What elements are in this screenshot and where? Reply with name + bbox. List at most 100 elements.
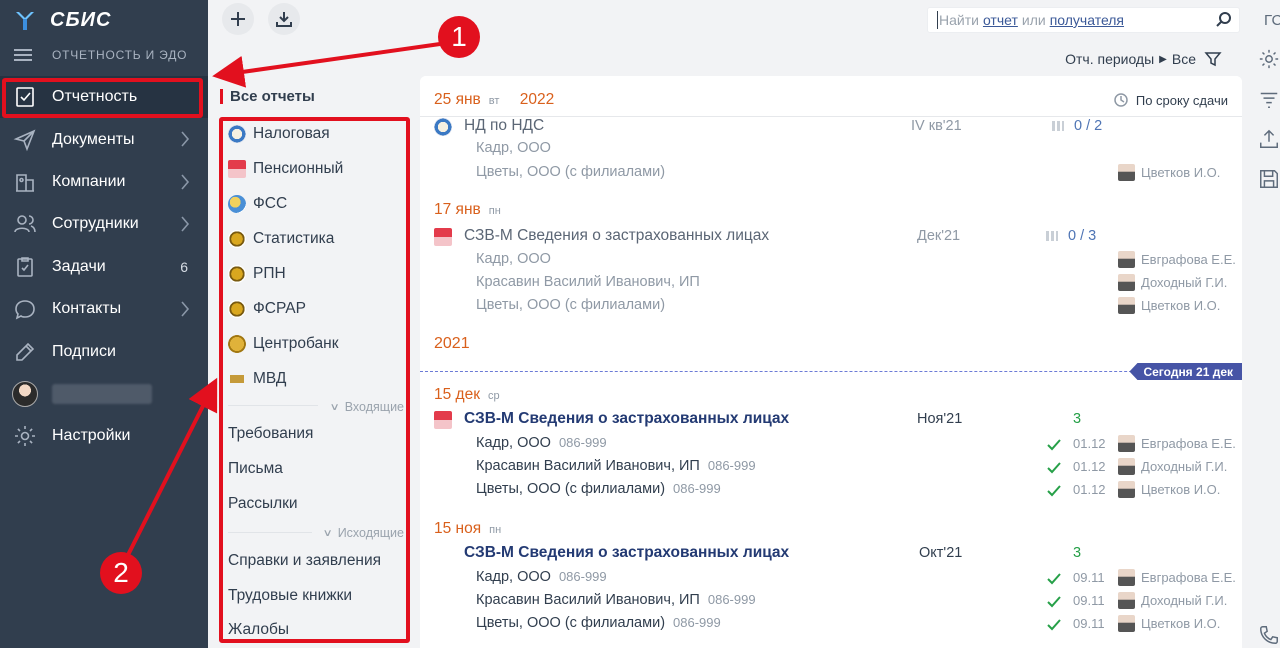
filter-item-label: Статистика (253, 230, 335, 247)
org-name[interactable]: Цветы, ООО (с филиалами) 086-999 (476, 481, 721, 497)
responsible-person[interactable]: Евграфова Е.Е. (1118, 435, 1236, 452)
report-title[interactable]: СЗВ-М Сведения о застрахованных лицах (464, 410, 789, 428)
org-name[interactable]: Цветы, ООО (с филиалами) (476, 164, 665, 180)
active-marker (220, 89, 223, 104)
responsible-person[interactable]: Цветков И.О. (1118, 164, 1220, 181)
check-icon (1047, 461, 1061, 474)
filter-item-label: Налоговая (253, 125, 330, 142)
filter-item-centrobank[interactable]: Центробанк (228, 333, 338, 355)
logo[interactable]: СБИС (14, 6, 111, 34)
org-name[interactable]: Красавин Василий Иванович, ИП 086-999 (476, 458, 756, 474)
sidebar-item-documents[interactable]: Документы (0, 118, 208, 160)
sort-list-icon[interactable] (1258, 88, 1280, 110)
phone-icon[interactable] (1258, 624, 1280, 646)
sidebar-item-tasks[interactable]: Задачи 6 (0, 246, 208, 288)
group-incoming-toggle[interactable]: ∨ Входящие (330, 400, 404, 414)
send-icon (12, 127, 38, 153)
search-link-report[interactable]: отчет (983, 12, 1018, 28)
report-title[interactable]: СЗВ-М Сведения о застрахованных лицах (464, 227, 769, 245)
org-name[interactable]: Кадр, ООО (476, 251, 551, 267)
chevron-right-icon[interactable] (180, 173, 190, 191)
org-name[interactable]: Красавин Василий Иванович, ИП 086-999 (476, 592, 756, 608)
filter-all-reports[interactable]: Все отчеты (220, 88, 315, 105)
responsible-person[interactable]: Доходный Г.И. (1118, 274, 1227, 291)
account-initials[interactable]: ГС (1264, 12, 1280, 29)
responsible-person[interactable]: Цветков И.О. (1118, 615, 1220, 632)
avatar (1118, 297, 1135, 314)
report-progress: 0 / 3 (1046, 228, 1096, 244)
upload-icon[interactable] (1258, 128, 1280, 150)
sidebar-item-employees[interactable]: Сотрудники (0, 203, 208, 245)
chevron-right-icon[interactable] (180, 300, 190, 318)
report-count: 3 (1073, 411, 1082, 427)
sort-by-deadline[interactable]: По сроку сдачи (1113, 92, 1228, 108)
chevron-right-icon[interactable] (180, 215, 190, 233)
responsible-person[interactable]: Цветков И.О. (1118, 481, 1220, 498)
gear-icon (12, 423, 38, 449)
search-input[interactable]: Найти отчет или получателя (927, 7, 1240, 33)
filter-icon[interactable] (1204, 50, 1222, 68)
responsible-person[interactable]: Цветков И.О. (1118, 297, 1220, 314)
filter-item-mailings[interactable]: Рассылки (228, 493, 298, 515)
sidebar-item-companies[interactable]: Компании (0, 161, 208, 203)
report-title[interactable]: СЗВ-М Сведения о застрахованных лицах (464, 544, 789, 562)
sidebar-item-reports[interactable]: Отчетность (0, 76, 208, 119)
filter-item-label: ФСС (253, 195, 288, 212)
responsible-person[interactable]: Евграфова Е.Е. (1118, 569, 1236, 586)
chevron-right-icon[interactable] (180, 130, 190, 148)
org-name[interactable]: Кадр, ООО 086-999 (476, 435, 607, 451)
filter-item-label: МВД (253, 370, 287, 387)
sidebar-item-label: Документы (52, 130, 135, 148)
org-name[interactable]: Кадр, ООО (476, 140, 551, 156)
org-name[interactable]: Кадр, ООО 086-999 (476, 569, 607, 585)
filter-item-rpn[interactable]: РПН (228, 263, 286, 285)
filter-item-fsrar[interactable]: ФСРАР (228, 298, 306, 320)
period-filter[interactable]: Отч. периоды ▶ Все (1065, 50, 1222, 68)
filter-item-mvd[interactable]: МВД (228, 368, 286, 390)
annotation-badge-2: 2 (100, 552, 142, 594)
org-name[interactable]: Цветы, ООО (с филиалами) (476, 297, 665, 313)
org-name[interactable]: Красавин Василий Иванович, ИП (476, 274, 700, 290)
save-icon[interactable] (1258, 168, 1280, 190)
section-switcher[interactable]: ОТЧЕТНОСТЬ И ЭДО (14, 48, 187, 62)
menu-icon[interactable] (14, 49, 32, 61)
sidebar-item-settings[interactable]: Настройки (0, 415, 208, 457)
filter-item-letters[interactable]: Письма (228, 458, 283, 480)
eagle-emblem-icon (228, 300, 246, 318)
filter-item-fss[interactable]: ФСС (228, 193, 287, 215)
filter-item-tax[interactable]: Налоговая (228, 123, 330, 145)
triangle-right-icon: ▶ (1159, 53, 1167, 65)
filter-item-pension[interactable]: Пенсионный (228, 158, 343, 180)
responsible-person[interactable]: Евграфова Е.Е. (1118, 251, 1236, 268)
chevron-down-icon: ∨ (322, 527, 334, 539)
sidebar-item-signatures[interactable]: Подписи (0, 330, 208, 372)
responsible-person[interactable]: Доходный Г.И. (1118, 592, 1227, 609)
responsible-person[interactable]: Доходный Г.И. (1118, 458, 1227, 475)
filter-item-statistics[interactable]: Статистика (228, 228, 334, 250)
eagle-emblem-icon (228, 265, 246, 283)
add-button[interactable] (222, 3, 254, 35)
sidebar-item-profile[interactable] (0, 373, 208, 415)
filter-item-certificates[interactable]: Справки и заявления (228, 550, 381, 572)
download-button[interactable] (268, 3, 300, 35)
settings-gear-icon[interactable] (1258, 48, 1280, 70)
avatar (1118, 615, 1135, 632)
date-label: 15 ноя пн (434, 520, 502, 537)
group-outgoing-toggle[interactable]: ∨ Исходящие (322, 526, 404, 540)
filter-item-demands[interactable]: Требования (228, 423, 313, 445)
filter-item-complaints[interactable]: Жалобы (228, 619, 289, 641)
org-name[interactable]: Цветы, ООО (с филиалами) 086-999 (476, 615, 721, 631)
report-period: Дек'21 (917, 228, 961, 244)
filter-item-label: Рассылки (228, 495, 298, 512)
report-period: IV кв'21 (911, 118, 962, 134)
filter-item-workbooks[interactable]: Трудовые книжки (228, 585, 352, 607)
sidebar-item-contacts[interactable]: Контакты (0, 288, 208, 330)
search-link-recipient[interactable]: получателя (1050, 12, 1124, 28)
period-filter-label: Отч. периоды (1065, 51, 1155, 67)
report-title[interactable]: НД по НДС (464, 117, 544, 135)
plus-icon (231, 12, 245, 26)
filter-item-label: Письма (228, 460, 283, 477)
clock-icon (1114, 93, 1128, 107)
filter-item-label: Пенсионный (253, 160, 344, 177)
search-icon[interactable] (1215, 11, 1233, 29)
